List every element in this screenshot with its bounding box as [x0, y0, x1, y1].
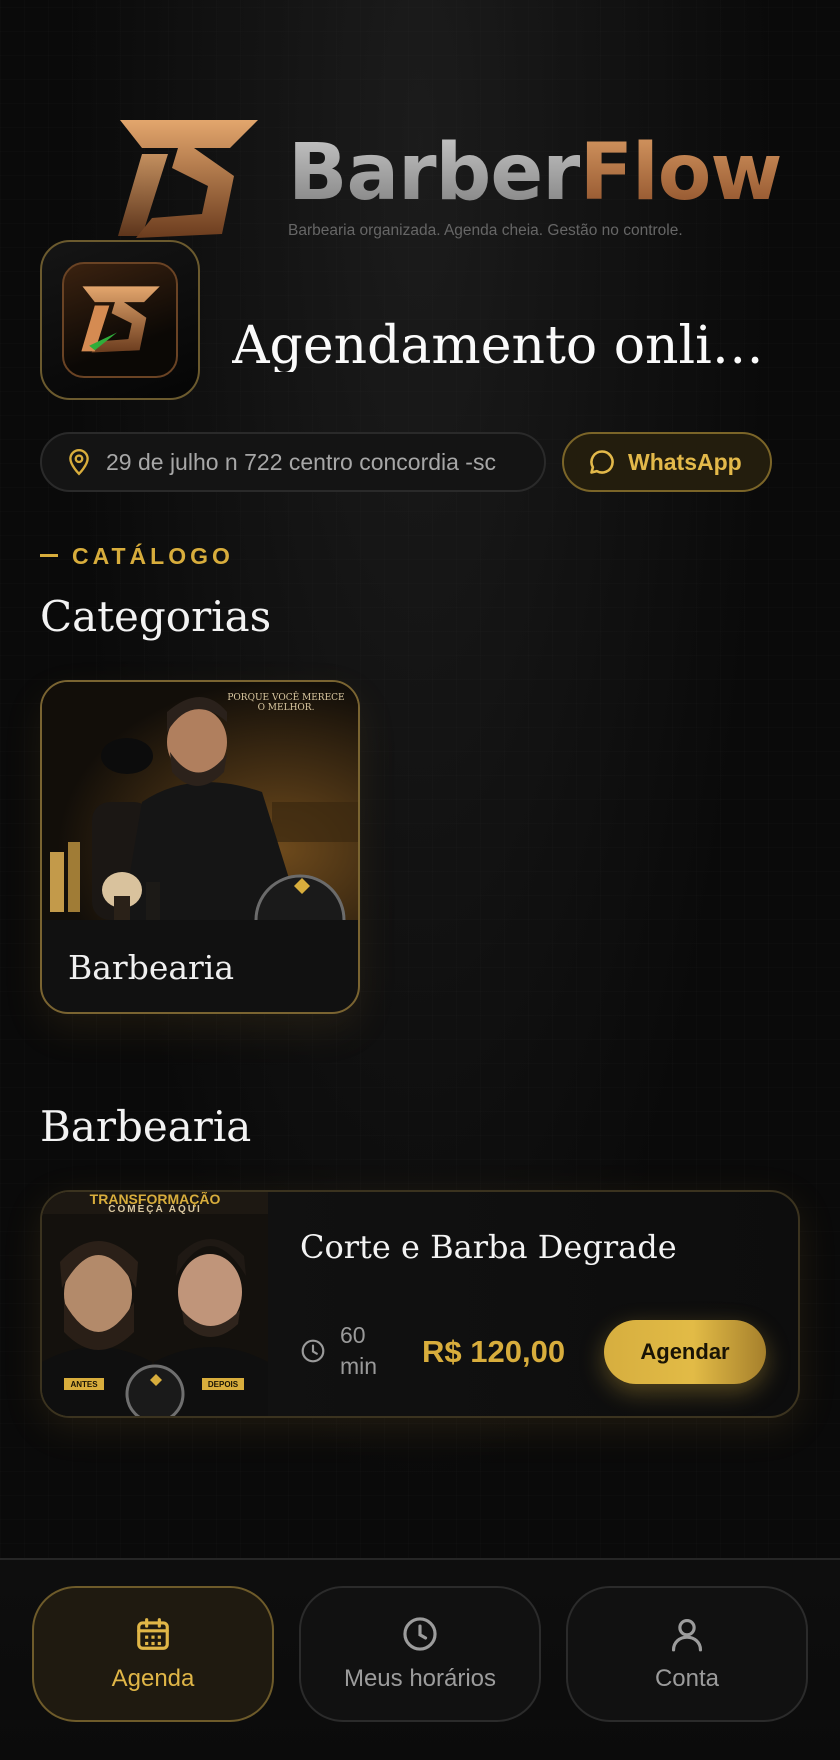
category-card-barbearia[interactable]: PORQUE VOCÊ MERECE O MELHOR. Barbearia — [40, 680, 360, 1014]
address-chip[interactable]: 29 de julho n 722 centro concordia -sc — [40, 432, 546, 492]
location-pin-icon — [69, 448, 89, 476]
shop-logo — [40, 240, 200, 400]
category-image-tagline-2: O MELHOR. — [258, 703, 315, 713]
shop-logo-mark-icon — [81, 286, 160, 353]
shop-logo-badge — [62, 262, 178, 378]
whatsapp-button[interactable]: WhatsApp — [562, 432, 772, 492]
service-card[interactable]: TRANSFORMAÇÃO COMEÇA AQUI ANTES DEPOIS C… — [40, 1190, 800, 1418]
svg-text:DEPOIS: DEPOIS — [208, 1380, 239, 1389]
nav-item-conta[interactable]: Conta — [566, 1586, 808, 1722]
svg-text:ANTES: ANTES — [70, 1380, 98, 1389]
before-after-photo: TRANSFORMAÇÃO COMEÇA AQUI ANTES DEPOIS — [42, 1192, 268, 1416]
svg-text:COMEÇA AQUI: COMEÇA AQUI — [108, 1204, 201, 1215]
service-price: R$ 120,00 — [422, 1334, 566, 1369]
user-icon — [671, 1618, 703, 1652]
shop-title: Agendamento online ... — [232, 320, 792, 372]
service-duration-label: 60 min — [340, 1322, 378, 1380]
eyebrow-dash — [40, 554, 58, 558]
nav-item-agenda[interactable]: Agenda — [32, 1586, 274, 1722]
category-image: PORQUE VOCÊ MERECE O MELHOR. — [42, 682, 358, 966]
services-heading: Barbearia — [40, 1102, 252, 1151]
nav-label-meus-horarios: Meus horários — [343, 1665, 497, 1692]
chat-bubble-icon — [590, 450, 614, 474]
whatsapp-label: WhatsApp — [628, 448, 742, 475]
address-label: 29 de julho n 722 centro concordia -sc — [106, 448, 496, 475]
brand-name: BarberFlow — [288, 134, 782, 212]
barber-client-photo: PORQUE VOCÊ MERECE O MELHOR. — [42, 682, 358, 966]
calendar-icon — [137, 1618, 169, 1650]
categories-heading: Categorias — [40, 592, 272, 641]
service-duration: 60 min — [300, 1320, 390, 1382]
brand-name-part2: Flow — [579, 128, 783, 218]
category-image-tagline: PORQUE VOCÊ MERECE — [227, 691, 344, 703]
service-image: TRANSFORMAÇÃO COMEÇA AQUI ANTES DEPOIS — [42, 1192, 268, 1416]
bottom-nav: Agenda Meus horários Conta — [0, 1558, 840, 1760]
nav-label-agenda: Agenda — [111, 1665, 195, 1692]
brand-header: BarberFlow Barbearia organizada. Agenda … — [112, 108, 782, 248]
brand-logo-icon — [118, 120, 258, 238]
brand-tagline: Barbearia organizada. Agenda cheia. Gest… — [288, 222, 683, 239]
category-label: Barbearia — [68, 948, 235, 987]
catalog-eyebrow-label: CATÁLOGO — [72, 543, 234, 569]
service-title: Corte e Barba Degrade — [300, 1228, 677, 1266]
book-button[interactable]: Agendar — [604, 1320, 766, 1384]
clock-icon — [301, 1339, 325, 1363]
clock-icon — [403, 1617, 437, 1651]
nav-item-meus-horarios[interactable]: Meus horários — [299, 1586, 541, 1722]
nav-label-conta: Conta — [654, 1665, 720, 1692]
brand-name-part1: Barber — [288, 128, 581, 218]
catalog-eyebrow: CATÁLOGO — [40, 543, 234, 570]
